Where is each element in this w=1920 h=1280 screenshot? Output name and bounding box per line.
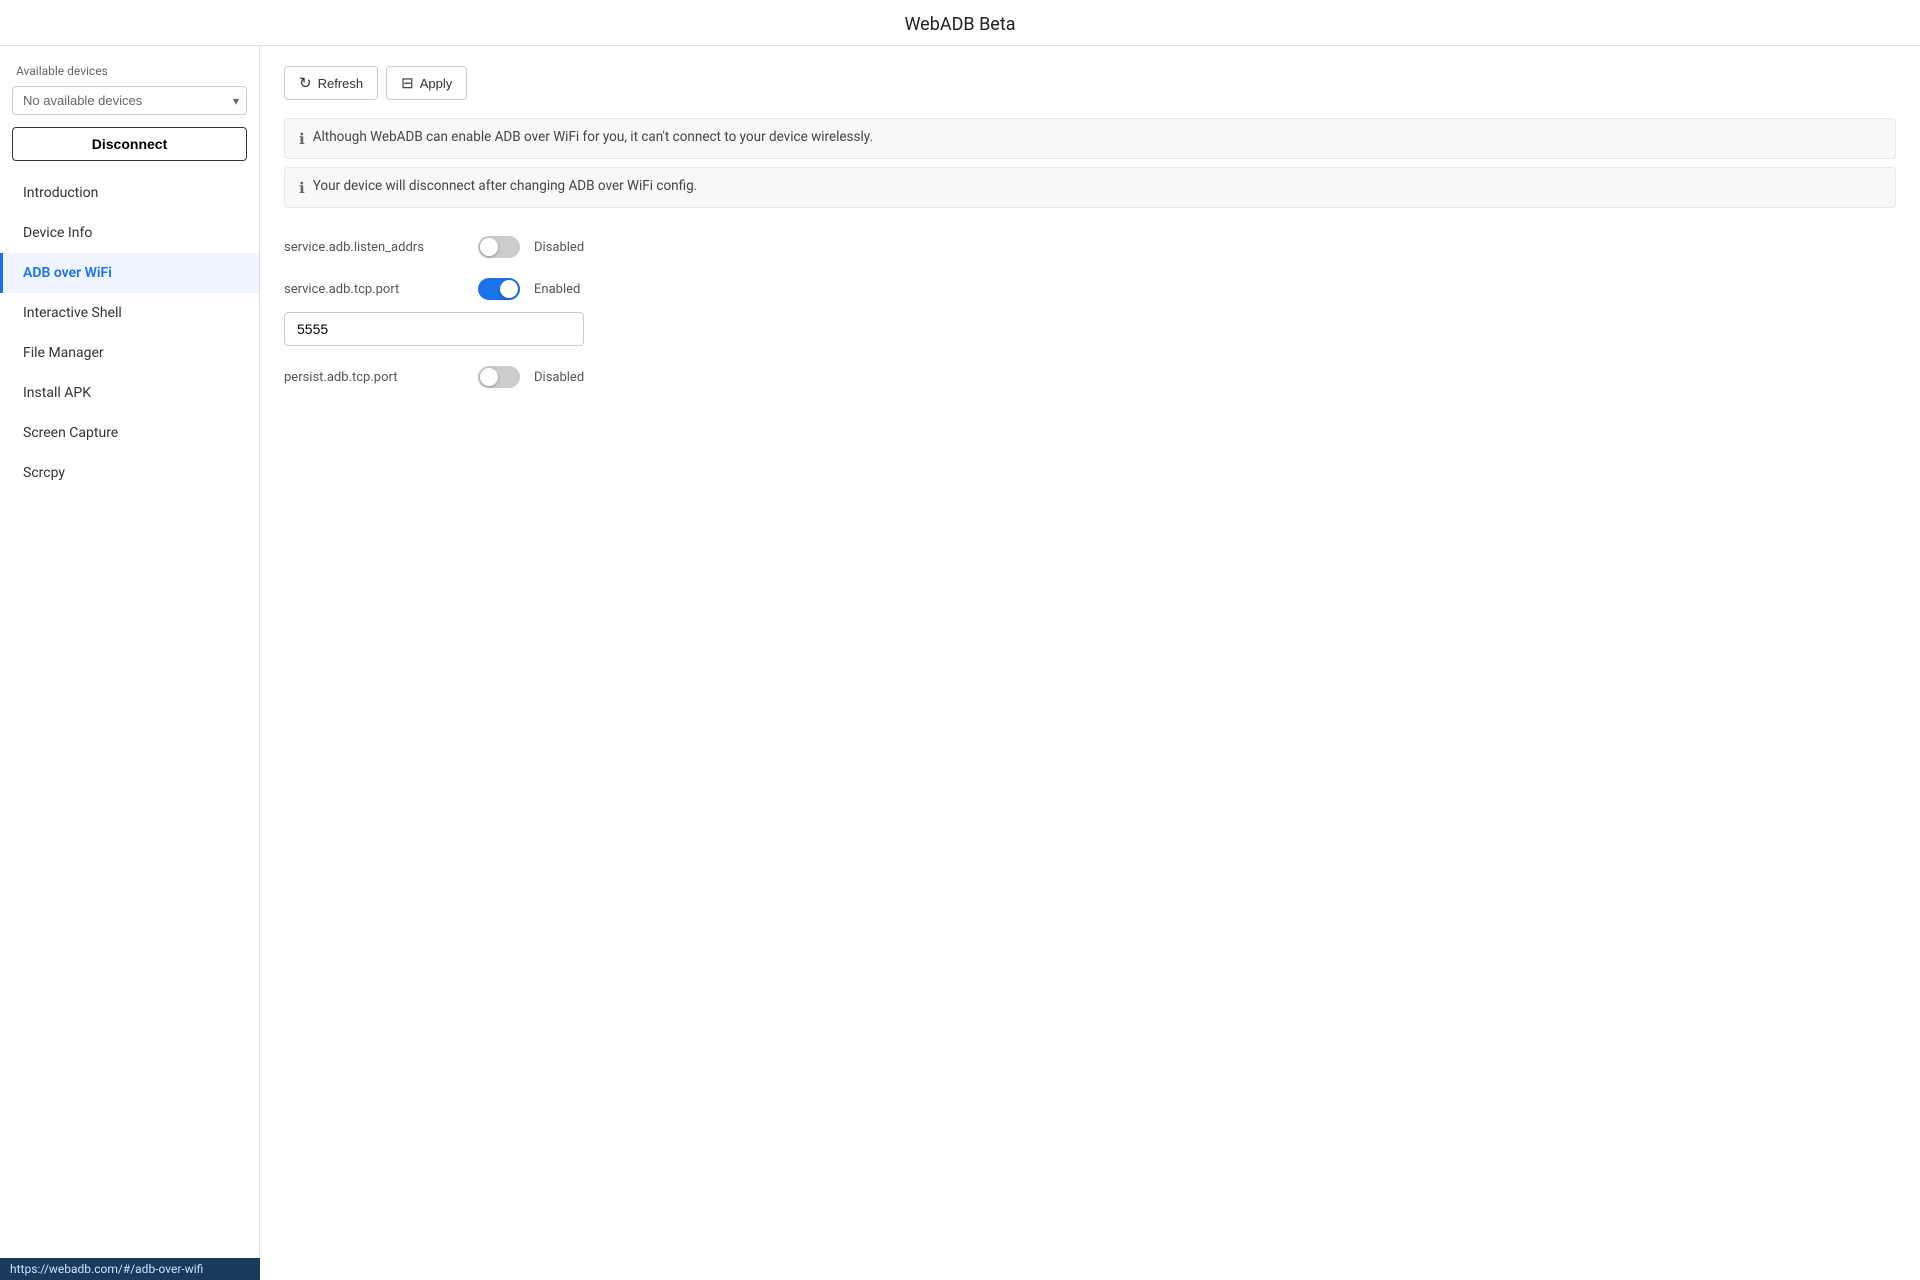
toggle-slider-listen-addrs: [478, 236, 520, 258]
sidebar-item-scrcpy[interactable]: Scrcpy: [0, 453, 259, 493]
toggle-status-tcp-port: Enabled: [534, 282, 580, 297]
apply-button[interactable]: ⊟ Apply: [386, 66, 467, 100]
toggle-persist-tcp-port[interactable]: [478, 366, 520, 388]
toggle-slider-tcp-port: [478, 278, 520, 300]
settings-section: service.adb.listen_addrs Disabled servic…: [284, 226, 1896, 398]
setting-label-persist-tcp-port: persist.adb.tcp.port: [284, 370, 464, 385]
disconnect-button[interactable]: Disconnect: [12, 127, 247, 161]
setting-label-tcp-port: service.adb.tcp.port: [284, 282, 464, 297]
toggle-status-listen-addrs: Disabled: [534, 240, 584, 255]
available-devices-label: Available devices: [0, 58, 259, 82]
sidebar-item-file-manager[interactable]: File Manager: [0, 333, 259, 373]
status-bar: https://webadb.com/#/adb-over-wifi: [0, 1258, 260, 1280]
sidebar-item-install-apk[interactable]: Install APK: [0, 373, 259, 413]
setting-row-tcp-port: service.adb.tcp.port Enabled: [284, 268, 1896, 356]
nav-list: Introduction Device Info ADB over WiFi I…: [0, 173, 259, 493]
sidebar-item-interactive-shell[interactable]: Interactive Shell: [0, 293, 259, 333]
info-icon-2: ℹ: [299, 179, 305, 197]
setting-row-persist-tcp-port: persist.adb.tcp.port Disabled: [284, 356, 1896, 398]
info-icon-1: ℹ: [299, 130, 305, 148]
toolbar: ↻ Refresh ⊟ Apply: [284, 66, 1896, 100]
device-select[interactable]: No available devices: [12, 86, 247, 115]
setting-label-listen-addrs: service.adb.listen_addrs: [284, 240, 464, 255]
port-input[interactable]: [284, 312, 584, 346]
main-content: ↻ Refresh ⊟ Apply ℹ Although WebADB can …: [260, 46, 1920, 1280]
toggle-tcp-port[interactable]: [478, 278, 520, 300]
sidebar: Available devices No available devices ▾…: [0, 46, 260, 1280]
toggle-status-persist-tcp-port: Disabled: [534, 370, 584, 385]
port-row-header: service.adb.tcp.port Enabled: [284, 278, 580, 300]
toggle-listen-addrs[interactable]: [478, 236, 520, 258]
status-url: https://webadb.com/#/adb-over-wifi: [10, 1262, 203, 1276]
app-title: WebADB Beta: [0, 0, 1920, 46]
device-select-wrapper: No available devices ▾: [12, 86, 247, 115]
refresh-button[interactable]: ↻ Refresh: [284, 66, 378, 100]
sidebar-item-adb-over-wifi[interactable]: ADB over WiFi: [0, 253, 259, 293]
info-banner-1: ℹ Although WebADB can enable ADB over Wi…: [284, 118, 1896, 159]
sidebar-item-device-info[interactable]: Device Info: [0, 213, 259, 253]
info-banner-2: ℹ Your device will disconnect after chan…: [284, 167, 1896, 208]
refresh-icon: ↻: [299, 74, 312, 92]
sidebar-item-screen-capture[interactable]: Screen Capture: [0, 413, 259, 453]
sidebar-item-introduction[interactable]: Introduction: [0, 173, 259, 213]
setting-row-listen-addrs: service.adb.listen_addrs Disabled: [284, 226, 1896, 268]
toggle-slider-persist-tcp-port: [478, 366, 520, 388]
save-icon: ⊟: [401, 74, 414, 92]
